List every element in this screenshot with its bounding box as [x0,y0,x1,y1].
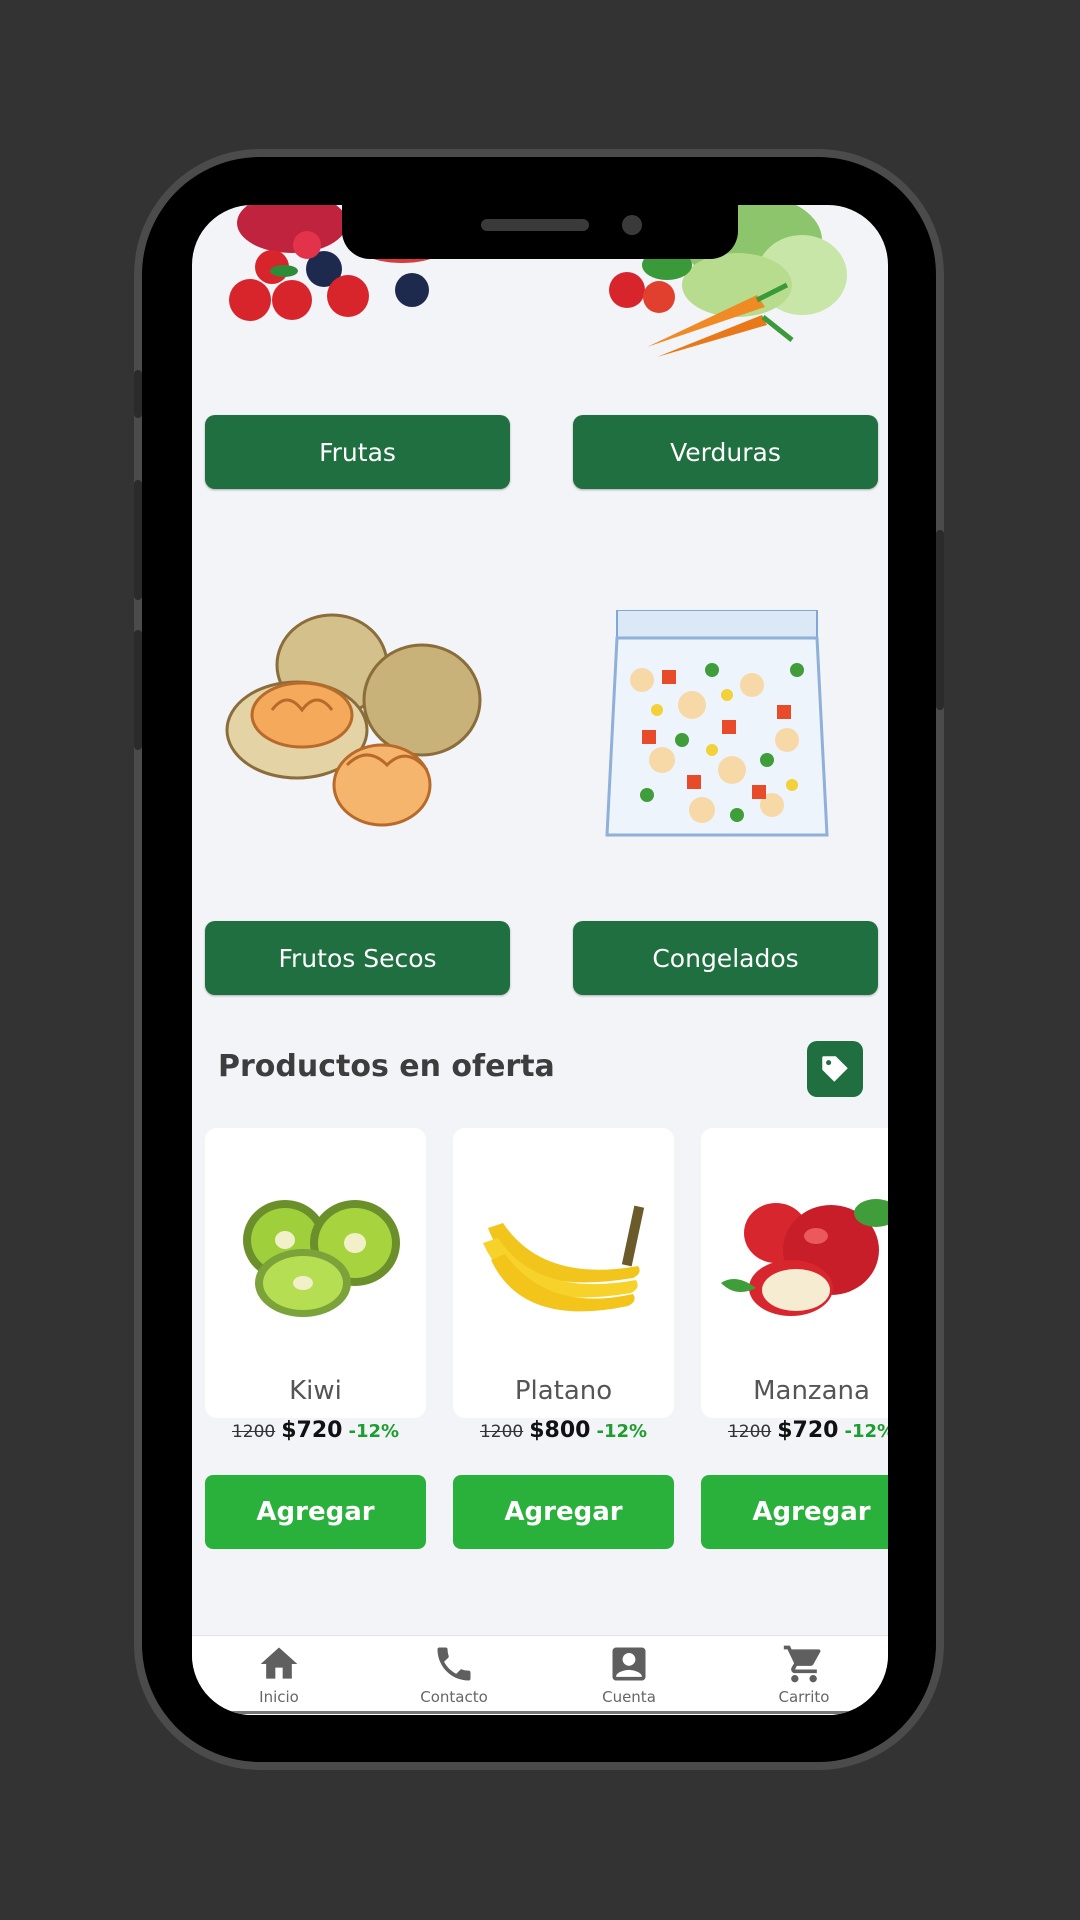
product-card-kiwi: Kiwi 1200 $720 -12% [205,1128,426,1443]
product-discount: -12% [348,1421,400,1442]
category-button-verduras[interactable]: Verduras [573,415,878,489]
cart-icon [783,1645,821,1683]
product-new-price: $800 [529,1418,591,1443]
product-name: Kiwi [289,1376,342,1406]
phone-power-button [936,530,944,710]
home-indicator [192,1711,888,1714]
phone-volume-down-button [134,630,142,750]
phone-icon [437,1647,471,1681]
product-name: Platano [514,1376,613,1406]
category-button-congelados[interactable]: Congelados [573,921,878,995]
nav-item-contacto[interactable]: Contacto [394,1642,514,1706]
nav-item-inicio[interactable]: Inicio [219,1642,339,1706]
phone-screen: Frutas Verduras Frutos Secos Congelados … [192,205,888,1715]
nav-item-cuenta[interactable]: Cuenta [569,1642,689,1706]
notch [342,205,738,259]
home-icon [260,1647,298,1679]
product-old-price: 1200 [231,1422,276,1442]
phone-volume-up-button [134,480,142,600]
add-button-kiwi[interactable]: Agregar [205,1475,426,1549]
product-name: Manzana [753,1376,870,1406]
phone-side-button [134,370,142,418]
product-price: 1200 $800 -12% [453,1418,674,1443]
product-discount: -12% [844,1421,888,1442]
bottom-nav: Inicio Contacto Cuenta Carrito [192,1635,888,1715]
frozen-vegetables-bag-illustration [605,610,829,837]
nav-item-carrito[interactable]: Carrito [744,1642,864,1706]
walnuts-illustration [225,613,482,827]
tag-icon [822,1056,848,1082]
camera [622,215,642,235]
nav-label: Carrito [778,1688,830,1706]
product-new-price: $720 [281,1418,343,1443]
banana-image [483,1205,645,1312]
nav-label: Inicio [259,1688,299,1706]
tag-button[interactable] [807,1041,863,1097]
category-button-frutos-secos[interactable]: Frutos Secos [205,921,510,995]
apple-image [721,1199,888,1316]
product-price: 1200$720-12% [701,1418,888,1443]
product-discount: -12% [596,1421,648,1442]
section-title-offers: Productos en oferta [218,1049,555,1084]
product-new-price: $720 [777,1418,839,1443]
account-icon [612,1647,646,1681]
category-button-frutas[interactable]: Frutas [205,415,510,489]
product-card-platano: Platano 1200 $800 -12% [453,1128,674,1443]
product-old-price: 1200 [727,1422,772,1442]
add-button-platano[interactable]: Agregar [453,1475,674,1549]
speaker [481,219,589,231]
product-old-price: 1200 [479,1422,524,1442]
nav-label: Cuenta [602,1688,656,1706]
product-card-manzana: Manzana 1200$720-12% [701,1128,888,1443]
product-price: 1200$720-12% [205,1418,426,1443]
nav-label: Contacto [420,1688,488,1706]
add-button-manzana[interactable]: Agregar [701,1475,888,1549]
kiwi-image [243,1200,400,1317]
